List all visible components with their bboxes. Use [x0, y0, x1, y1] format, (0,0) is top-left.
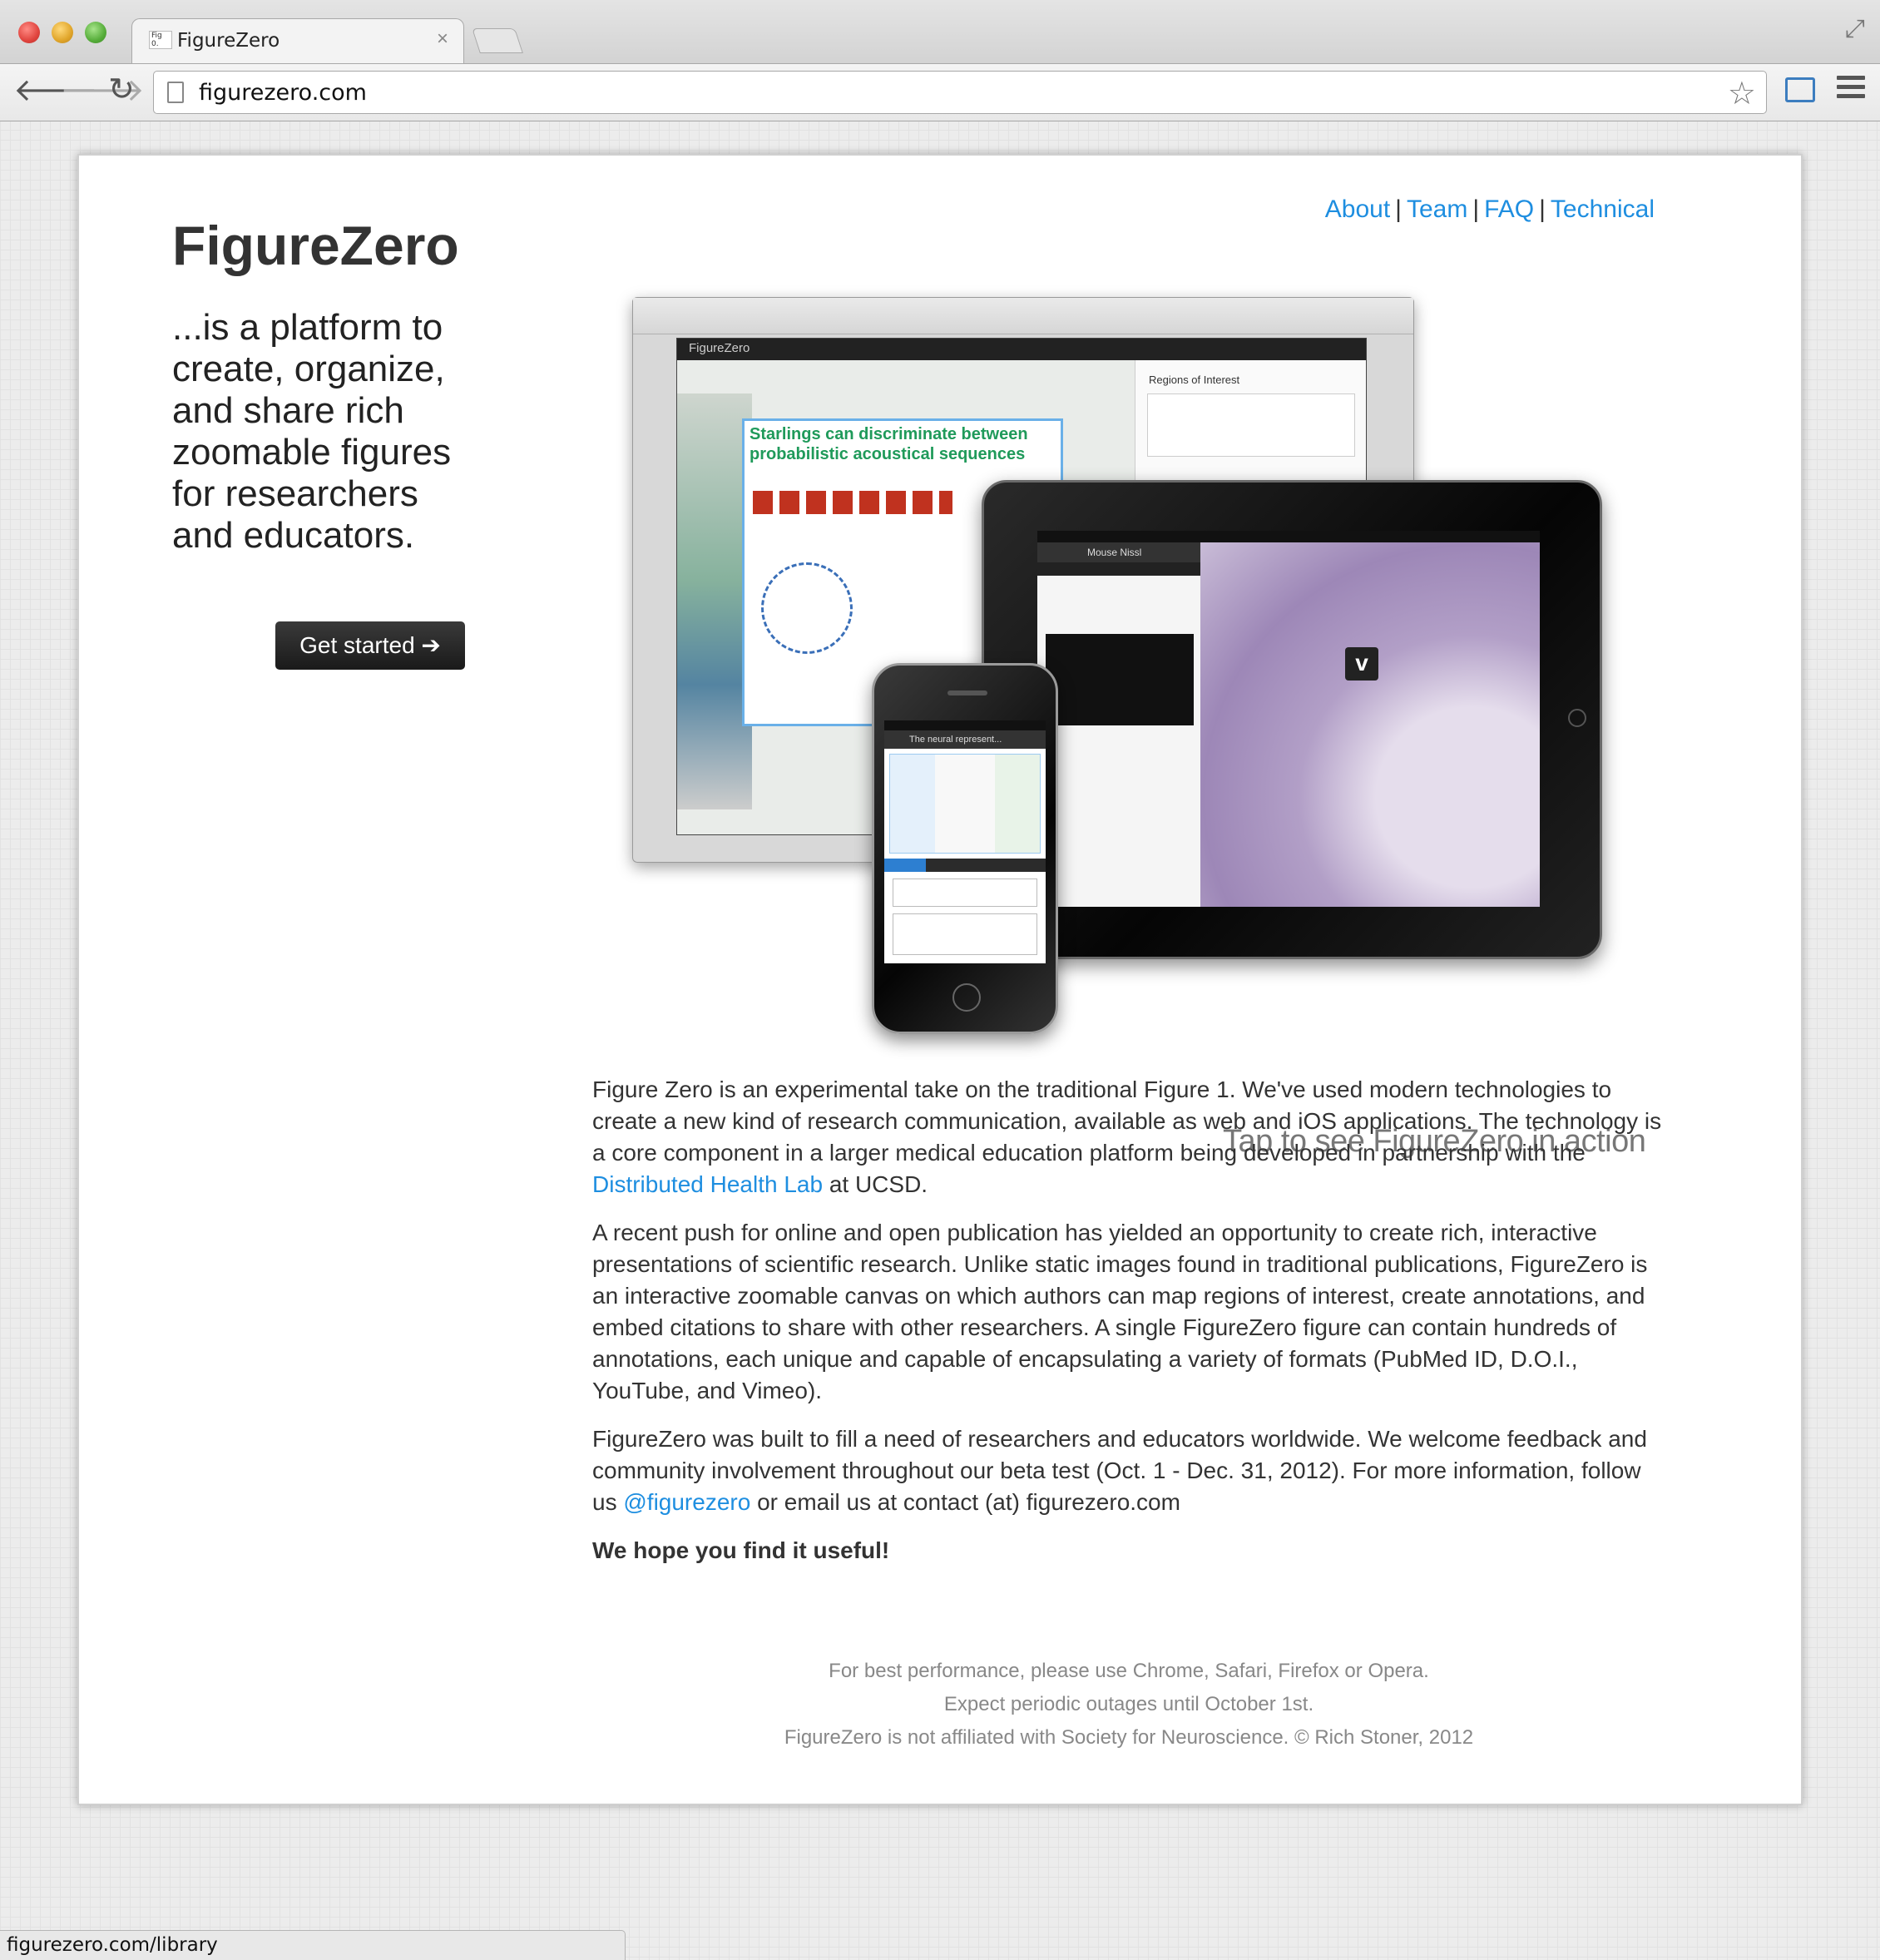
intro-text-end: at UCSD. — [823, 1171, 928, 1197]
hamburger-menu-icon[interactable] — [1837, 76, 1865, 103]
phone-status-bar — [884, 720, 1046, 730]
get-started-button[interactable]: Get started ➔ — [275, 621, 465, 670]
feedback-text-end: or email us at contact (at) figurezero.c… — [750, 1489, 1180, 1515]
nav-separator: | — [1395, 196, 1402, 223]
vimeo-icon: v — [1345, 647, 1378, 681]
tab-close-icon[interactable]: × — [437, 27, 448, 51]
nav-link-technical[interactable]: Technical — [1551, 196, 1655, 223]
new-tab-button[interactable] — [472, 28, 523, 53]
page-card: About | Team | FAQ | Technical FigureZero ...i… — [77, 154, 1803, 1805]
favicon-icon: Fig 0. — [149, 31, 172, 49]
footer-outage-note: Expect periodic outages until October 1s… — [943, 1693, 1314, 1715]
nav-separator: | — [1539, 196, 1546, 223]
tab-title: FigureZero — [177, 30, 280, 52]
tagline: ...is a platform to create, organize, an… — [172, 307, 452, 556]
address-bar[interactable]: figurezero.com ☆ — [153, 71, 1767, 114]
tablet-panel-title: Mouse Nissl — [1037, 542, 1200, 562]
reload-icon[interactable]: ↻ — [108, 71, 135, 107]
phone-screenshot: The neural represent... — [872, 663, 1058, 1034]
phone-screen: The neural represent... — [884, 720, 1046, 963]
phone-speaker — [947, 690, 987, 695]
browser-titlebar: Fig 0. FigureZero × ⤢ — [0, 0, 1880, 63]
tissue-slide-image — [1200, 542, 1540, 907]
markov-diagram — [761, 562, 853, 654]
closing-line: We hope you find it useful! — [592, 1537, 890, 1563]
phone-list-item — [893, 913, 1037, 955]
url-text[interactable]: figurezero.com — [199, 80, 367, 106]
phone-list-item — [893, 879, 1037, 907]
tablet-panel-tabs — [1037, 562, 1200, 576]
tablet-home-button — [1568, 709, 1586, 727]
roi-title: Regions of Interest — [1149, 374, 1240, 386]
intro-text: Figure Zero is an experimental take on t… — [592, 1077, 1662, 1166]
twitter-link[interactable]: @figurezero — [623, 1489, 750, 1515]
phone-title-bar: The neural represent... — [884, 730, 1046, 749]
tablet-screenshot: Mouse Nissl v — [982, 480, 1602, 959]
poster-left-column — [677, 393, 752, 809]
browser-tab[interactable]: Fig 0. FigureZero × — [131, 18, 464, 63]
footer-browser-note: For best performance, please use Chrome,… — [829, 1660, 1429, 1682]
page-icon — [167, 82, 184, 103]
laptop-app-title: FigureZero — [689, 341, 750, 355]
site-title: FigureZero — [172, 215, 459, 276]
phone-home-button — [952, 983, 981, 1012]
main-content: Figure Zero is an experimental take on t… — [592, 1074, 1665, 1583]
tablet-side-panel: Mouse Nissl — [1037, 542, 1200, 907]
zoom-window-button[interactable] — [85, 22, 106, 43]
minimize-window-button[interactable] — [52, 22, 73, 43]
hero-devices-image[interactable]: FigureZero Starlings can discriminate be… — [632, 297, 1689, 1195]
top-navigation: About | Team | FAQ | Technical — [1325, 196, 1655, 224]
bookmark-star-icon[interactable]: ☆ — [1728, 75, 1756, 112]
phone-figure-thumbnail — [889, 754, 1041, 854]
nav-link-team[interactable]: Team — [1407, 196, 1467, 223]
nav-separator: | — [1472, 196, 1480, 223]
browser-toolbar: 🡐 🡒 ↻ figurezero.com ☆ — [0, 63, 1880, 121]
publication-paragraph: A recent push for online and open public… — [592, 1220, 1648, 1403]
laptop-app-bar: FigureZero — [677, 339, 1366, 360]
poster-figure-title: Starlings can discriminate between proba… — [750, 425, 1028, 463]
tablet-screen: Mouse Nissl v — [1037, 531, 1540, 907]
close-window-button[interactable] — [18, 22, 40, 43]
roi-card — [1147, 393, 1355, 457]
tablet-status-bar — [1037, 531, 1540, 542]
link-status-bubble: figurezero.com/library — [0, 1930, 626, 1960]
fullscreen-icon[interactable]: ⤢ — [1845, 15, 1865, 43]
laptop-browser-chrome — [633, 298, 1413, 334]
video-embed — [1046, 634, 1194, 725]
intro-paragraph: Figure Zero is an experimental take on t… — [592, 1074, 1665, 1200]
phone-tab-bar — [884, 859, 1046, 872]
spectrogram-row — [753, 491, 952, 514]
screen-icon[interactable] — [1785, 77, 1815, 102]
nav-link-faq[interactable]: FAQ — [1484, 196, 1534, 223]
distributed-health-lab-link[interactable]: Distributed Health Lab — [592, 1171, 823, 1197]
footer: For best performance, please use Chrome,… — [592, 1655, 1665, 1755]
footer-copyright: FigureZero is not affiliated with Societ… — [784, 1726, 1474, 1749]
nav-link-about[interactable]: About — [1325, 196, 1390, 223]
feedback-paragraph: FigureZero was built to fill a need of r… — [592, 1423, 1665, 1518]
